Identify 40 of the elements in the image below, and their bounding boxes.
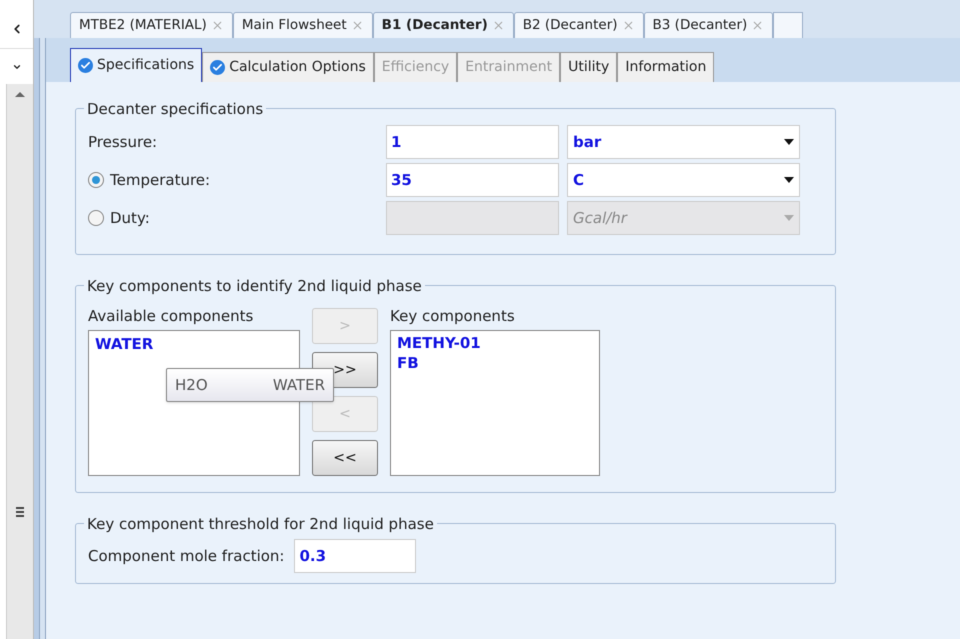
close-icon[interactable] — [350, 19, 364, 32]
value-field[interactable]: 1 — [386, 125, 559, 159]
field-label: Pressure: — [88, 132, 158, 153]
form-tab[interactable]: Calculation Options — [202, 52, 374, 82]
move-button[interactable]: << — [312, 440, 378, 476]
list-label: Key components — [390, 306, 516, 327]
mole-fraction-field[interactable]: 0.3 — [294, 539, 416, 573]
check-icon — [210, 60, 226, 75]
key-components-list[interactable]: METHY-01 FB — [390, 330, 600, 476]
close-icon[interactable] — [751, 19, 764, 32]
unit-dropdown[interactable]: C — [567, 163, 800, 197]
dropdown-arrow-icon[interactable] — [784, 177, 794, 183]
scroll-grip-icon[interactable] — [16, 507, 24, 517]
form-tab[interactable]: Specifications — [70, 48, 202, 82]
form-tab[interactable]: Utility — [560, 52, 618, 82]
scroll-up-icon[interactable] — [15, 92, 25, 97]
close-icon[interactable] — [492, 19, 505, 32]
form-tab[interactable]: Information — [617, 52, 714, 82]
dropdown-arrow-icon[interactable] — [784, 139, 794, 145]
value-field[interactable]: 35 — [386, 163, 559, 197]
list-label: Available components — [88, 306, 254, 327]
list-item[interactable]: METHY-01 — [397, 333, 593, 353]
document-tab[interactable]: B1 (Decanter) — [372, 12, 514, 38]
list-item[interactable]: FB — [397, 353, 593, 373]
document-tab[interactable]: B2 (Decanter) — [514, 12, 644, 38]
unit-dropdown[interactable]: bar — [567, 125, 800, 159]
document-tab[interactable] — [773, 12, 804, 38]
document-tab[interactable]: MTBE2 (MATERIAL) — [70, 12, 233, 38]
scrollbar[interactable] — [6, 84, 33, 639]
close-icon[interactable] — [622, 19, 635, 32]
field-label: Temperature: — [110, 170, 210, 191]
list-item[interactable]: WATER — [95, 333, 293, 356]
tooltip-formula: H2O — [175, 374, 208, 396]
radio-button[interactable] — [88, 172, 104, 188]
field-label: Component mole fraction: — [88, 546, 284, 567]
field-label: Duty: — [110, 208, 150, 229]
check-icon — [78, 58, 93, 73]
close-icon[interactable] — [210, 19, 224, 32]
document-tab[interactable]: B3 (Decanter) — [644, 12, 774, 38]
document-tab[interactable]: Main Flowsheet — [232, 12, 373, 38]
